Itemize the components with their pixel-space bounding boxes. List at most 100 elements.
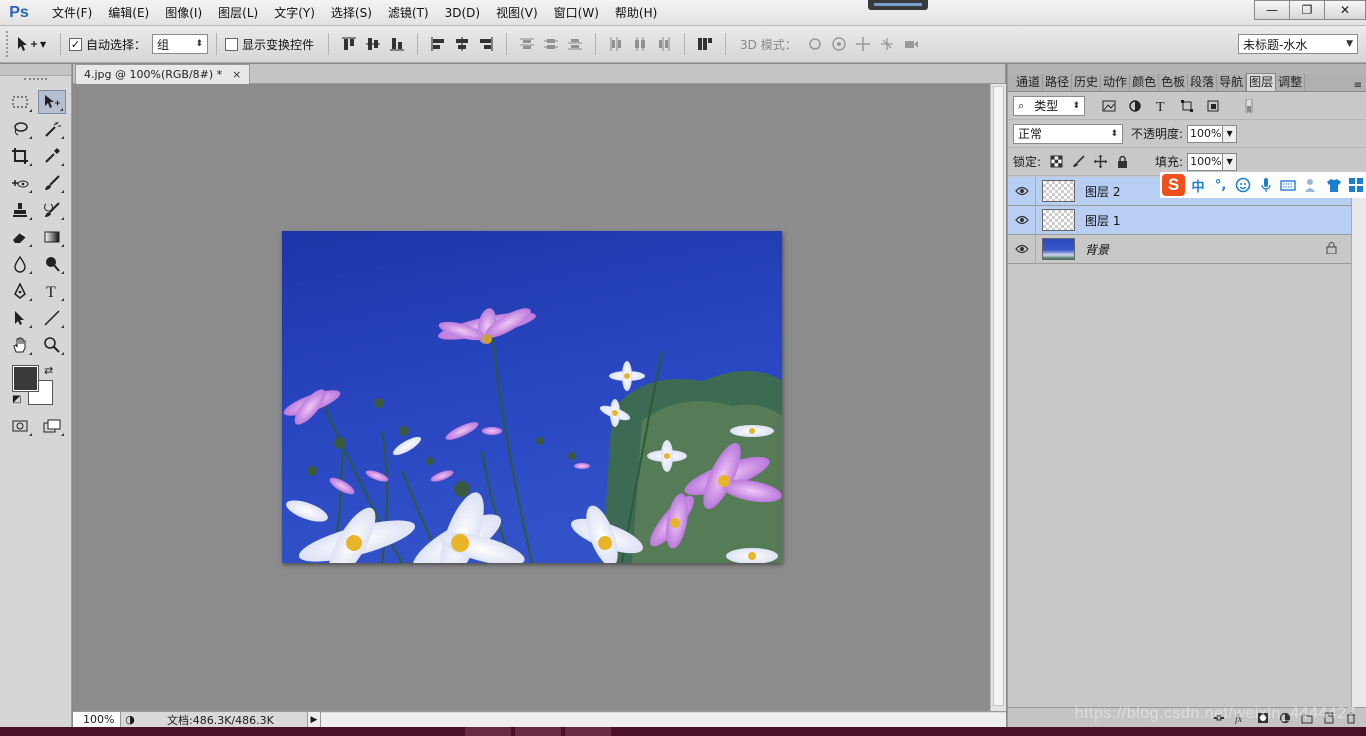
layer-name[interactable]: 图层 1 [1085,212,1120,229]
line-tool[interactable] [38,306,66,330]
spot-healing-tool[interactable] [6,171,34,195]
ime-logo[interactable]: S [1162,174,1186,196]
menu-item[interactable]: 图层(L) [210,0,266,26]
document-image[interactable] [282,231,782,563]
layer-thumbnail[interactable] [1042,238,1075,260]
menu-item[interactable]: 选择(S) [323,0,380,26]
panel-tab[interactable]: 通道 [1014,74,1044,91]
menu-item[interactable]: 编辑(E) [100,0,157,26]
marquee-tool[interactable] [6,90,34,114]
toolbox-grip[interactable] [24,78,47,86]
workspace-dropdown[interactable]: 未标题-水水 ▼ [1238,34,1358,54]
panel-tab[interactable]: 导航 [1217,74,1247,91]
auto-select-checkbox[interactable]: ✓ [69,37,82,51]
layer-name[interactable]: 图层 2 [1085,183,1120,200]
options-grip[interactable] [6,31,10,57]
align-top-edges-button[interactable] [337,32,361,56]
eye-icon[interactable] [1008,176,1036,206]
lock-position-button[interactable] [1089,155,1111,168]
filter-toggle[interactable] [1239,96,1259,116]
distribute-bottom-button[interactable] [563,32,587,56]
zoom-tool[interactable] [38,333,66,357]
screen-mode-button[interactable] [38,414,66,438]
filter-type-dropdown[interactable]: ⌕ 类型 ⬍ [1013,95,1085,116]
ime-tools-button[interactable] [1346,174,1366,196]
menu-item[interactable]: 图像(I) [157,0,210,26]
3d-slide-button[interactable] [875,32,899,56]
brush-tool[interactable] [38,171,66,195]
ime-emoji-button[interactable] [1233,174,1253,196]
layer-row[interactable]: 背景 [1008,234,1351,264]
layer-row[interactable]: 图层 1 [1008,205,1351,235]
taskbar-button[interactable] [515,727,561,736]
3d-roll-button[interactable] [827,32,851,56]
taskbar-button[interactable] [465,727,511,736]
align-left-edges-button[interactable] [426,32,450,56]
vertical-scrollbar[interactable] [990,84,1006,711]
move-tool-preset[interactable]: ▼ [16,32,52,56]
panel-menu-icon[interactable]: ≡ [1354,80,1362,91]
maximize-button[interactable]: ❐ [1289,0,1325,20]
align-bottom-edges-button[interactable] [385,32,409,56]
auto-align-button[interactable] [693,32,717,56]
ime-keyboard-button[interactable] [1279,174,1299,196]
eraser-tool[interactable] [6,225,34,249]
menu-item[interactable]: 3D(D) [437,0,488,26]
layer-thumbnail[interactable] [1042,209,1075,231]
eyedropper-tool[interactable] [38,144,66,168]
path-selection-tool[interactable] [6,306,34,330]
panel-header[interactable] [1008,64,1366,74]
3d-rotate-button[interactable] [803,32,827,56]
magic-wand-tool[interactable] [38,117,66,141]
move-tool[interactable] [37,89,66,114]
show-transform-checkbox[interactable] [225,37,239,51]
hand-tool[interactable] [6,333,34,357]
fill-field[interactable]: 100% [1187,152,1224,171]
auto-select-toggle[interactable]: ✓ 自动选择： [69,36,146,53]
menu-item[interactable]: 文字(Y) [266,0,323,26]
filter-shape-button[interactable] [1177,96,1197,116]
menu-item[interactable]: 滤镜(T) [380,0,437,26]
3d-pan-button[interactable] [851,32,875,56]
canvas-area[interactable] [73,84,990,711]
panel-tab[interactable]: 图层 [1246,73,1277,91]
filter-pixel-button[interactable] [1099,96,1119,116]
panel-tab[interactable]: 颜色 [1130,74,1160,91]
pen-tool[interactable] [6,279,34,303]
eye-icon[interactable] [1008,205,1036,235]
opacity-field[interactable]: 100% [1187,124,1224,143]
clone-stamp-tool[interactable] [6,198,34,222]
distribute-right-button[interactable] [652,32,676,56]
ime-punct-toggle[interactable]: °, [1211,174,1231,196]
distribute-left-button[interactable] [604,32,628,56]
auto-select-target-dropdown[interactable]: 组 ⬍ [152,34,209,54]
taskbar-button[interactable] [565,727,611,736]
swap-colors-icon[interactable]: ⇄ [44,364,53,377]
panel-tab[interactable]: 段落 [1188,74,1218,91]
minimize-button[interactable]: — [1254,0,1290,20]
panel-tab[interactable]: 动作 [1101,74,1131,91]
type-tool[interactable]: T [38,279,66,303]
history-brush-tool[interactable] [38,198,66,222]
ime-voice-button[interactable] [1256,174,1276,196]
lasso-tool[interactable] [6,117,34,141]
gradient-tool[interactable] [38,225,66,249]
status-menu-button[interactable]: ▶ [307,711,321,728]
quick-mask-button[interactable] [6,414,34,438]
lock-transparency-button[interactable] [1045,155,1067,168]
blur-tool[interactable] [6,252,34,276]
menu-item[interactable]: 视图(V) [488,0,546,26]
layer-thumbnail[interactable] [1042,180,1075,202]
filter-smart-object-button[interactable] [1203,96,1223,116]
layers-scrollbar[interactable] [1351,177,1366,707]
distribute-vcenter-button[interactable] [539,32,563,56]
zoom-field[interactable]: 100% [73,711,121,728]
blend-mode-dropdown[interactable]: 正常 ⬍ [1013,123,1123,144]
crop-tool[interactable] [6,144,34,168]
3d-scale-button[interactable] [899,32,923,56]
lock-all-button[interactable] [1111,155,1133,168]
panel-tab[interactable]: 路径 [1043,74,1073,91]
document-tab[interactable]: 4.jpg @ 100%(RGB/8#) * × [75,64,251,84]
filter-adjustment-button[interactable] [1125,96,1145,116]
lock-pixels-button[interactable] [1067,155,1089,168]
